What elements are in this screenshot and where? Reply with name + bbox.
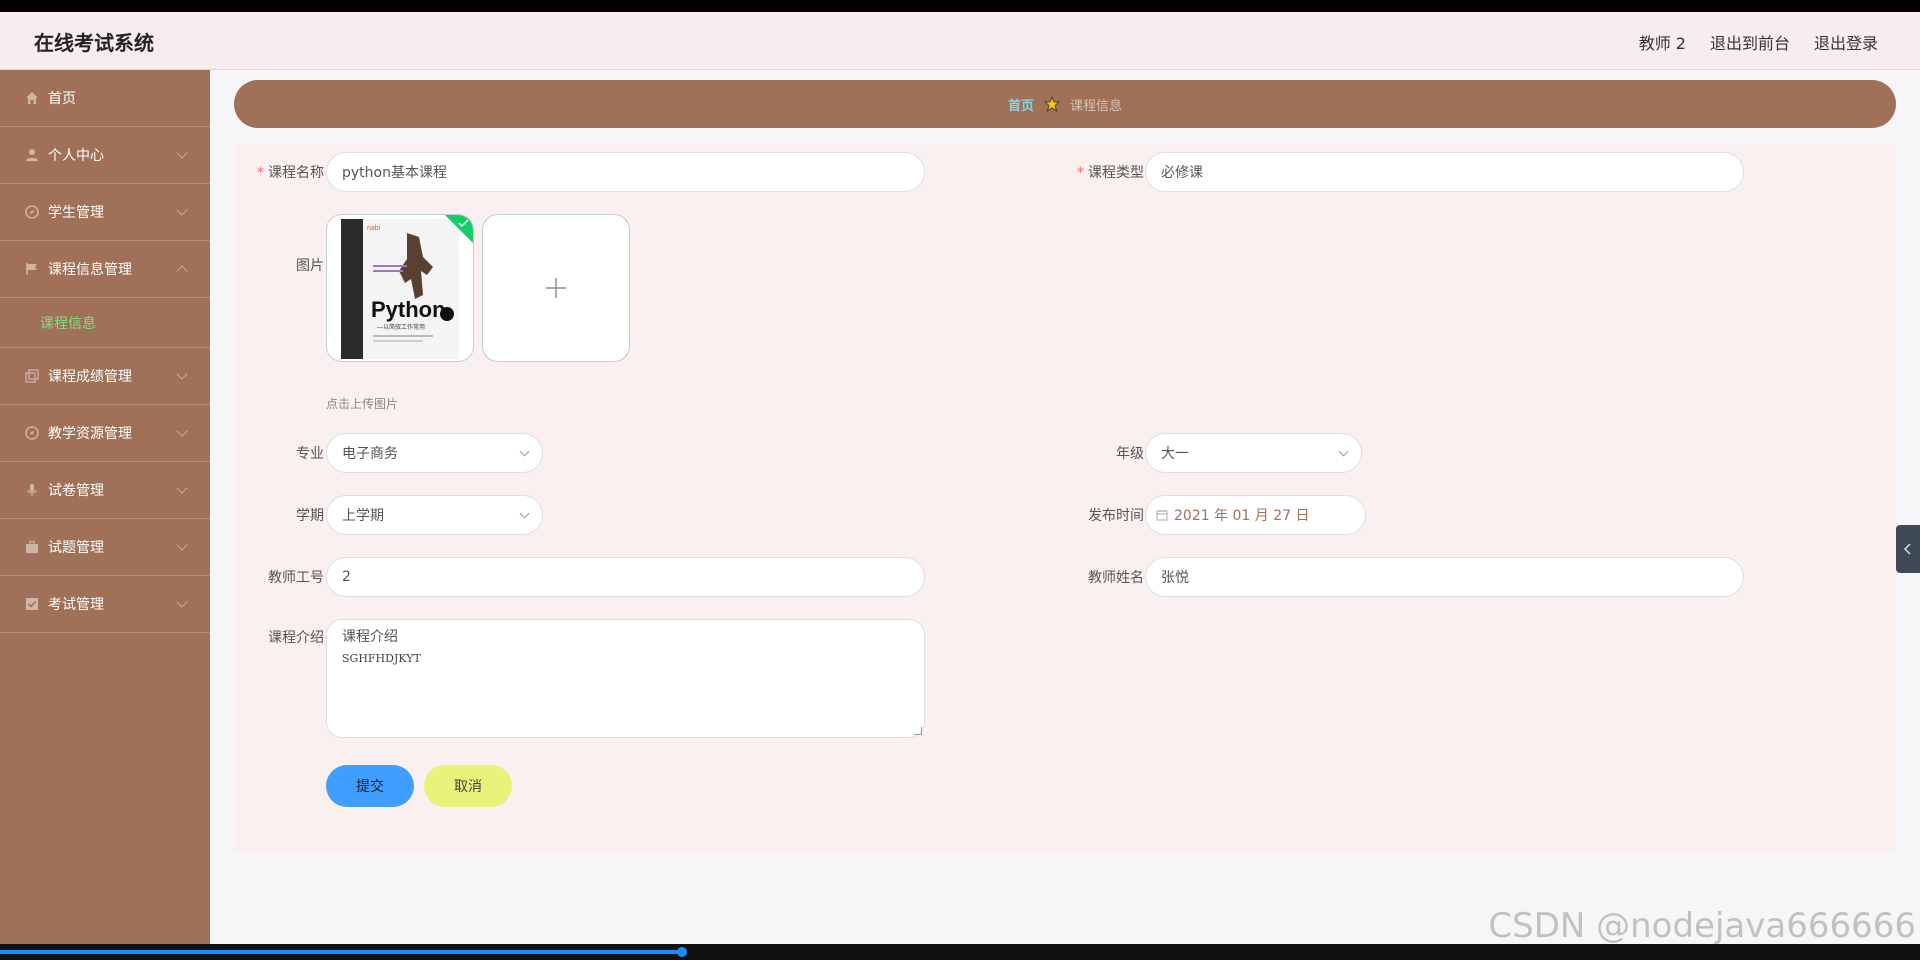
- plus-icon: [546, 278, 566, 298]
- publish-date-value: 2021 年 01 月 27 日: [1174, 508, 1310, 524]
- sidebar-item-students[interactable]: 学生管理: [0, 184, 210, 241]
- chevron-down-icon: [176, 539, 188, 551]
- watermark: CSDN @nodejava666666: [1488, 906, 1916, 946]
- uploaded-image-thumbnail[interactable]: nabi Python —以简驭工作常用: [326, 214, 474, 362]
- header-links: 教师 2 退出到前台 退出登录: [1639, 30, 1878, 54]
- teacher-name-input[interactable]: 张悦: [1145, 557, 1744, 597]
- breadcrumb-current: 课程信息: [1070, 98, 1123, 114]
- book-cover-image: nabi Python —以简驭工作常用: [327, 215, 473, 361]
- resize-grip[interactable]: [914, 727, 922, 735]
- submit-button[interactable]: 提交: [326, 765, 414, 807]
- suitcase-icon: [24, 539, 40, 555]
- sidebar-item-exams[interactable]: 考试管理: [0, 576, 210, 633]
- sidebar-item-label: 试卷管理: [48, 483, 104, 499]
- copy-icon: [24, 368, 40, 384]
- breadcrumb: 首页 课程信息: [234, 80, 1896, 128]
- sidebar-item-label: 课程信息管理: [48, 262, 132, 278]
- sidebar-item-home[interactable]: 首页: [0, 70, 210, 127]
- cancel-button[interactable]: 取消: [424, 765, 512, 807]
- teacher-no-label: 教师工号: [268, 570, 324, 586]
- main-content: 首页 课程信息 * 课程名称 python基本课程 * 课程类型 必修课 图片 na…: [210, 70, 1920, 944]
- course-form: * 课程名称 python基本课程 * 课程类型 必修课 图片 nabi Pytho…: [234, 145, 1896, 853]
- chevron-down-icon: [176, 482, 188, 494]
- grade-select[interactable]: 大一: [1145, 433, 1362, 473]
- image-upload-button[interactable]: [482, 214, 630, 362]
- chevron-down-icon: [519, 508, 530, 519]
- logout-link[interactable]: 退出登录: [1814, 30, 1878, 54]
- intro-text-line2: SGHFHDJKYT: [342, 652, 421, 665]
- sidebar-item-label: 个人中心: [48, 148, 104, 164]
- teacher-name-label: 教师姓名: [1088, 570, 1144, 586]
- term-select[interactable]: 上学期: [326, 495, 543, 535]
- chevron-left-icon: [1903, 543, 1911, 555]
- term-selected-value: 上学期: [342, 508, 384, 524]
- app-title: 在线考试系统: [34, 31, 154, 55]
- sidebar: 首页 个人中心 学生管理 课程信息管理 课程信息 课程成绩管理 教学资源管理 试…: [0, 70, 210, 944]
- compass-icon: [24, 204, 40, 220]
- image-label: 图片: [296, 258, 324, 274]
- course-type-input[interactable]: 必修课: [1145, 152, 1744, 192]
- chevron-down-icon: [519, 446, 530, 457]
- sidebar-item-label: 首页: [48, 91, 76, 107]
- course-type-label: * 课程类型: [1077, 165, 1144, 181]
- chevron-down-icon: [176, 204, 188, 216]
- chevron-down-icon: [176, 596, 188, 608]
- current-user-label[interactable]: 教师 2: [1639, 30, 1686, 54]
- sidebar-item-label: 试题管理: [48, 540, 104, 556]
- sidebar-item-course-scores[interactable]: 课程成绩管理: [0, 348, 210, 405]
- intro-label: 课程介绍: [268, 630, 324, 646]
- top-header: 在线考试系统 教师 2 退出到前台 退出登录: [0, 12, 1920, 70]
- course-name-input[interactable]: python基本课程: [326, 152, 925, 192]
- star-icon: [1044, 96, 1060, 112]
- grade-label: 年级: [1116, 446, 1144, 462]
- compass-icon: [24, 425, 40, 441]
- intro-textarea[interactable]: 课程介绍 SGHFHDJKYT: [326, 619, 925, 738]
- sidebar-item-profile[interactable]: 个人中心: [0, 127, 210, 184]
- home-icon: [24, 90, 40, 106]
- side-panel-toggle[interactable]: [1896, 525, 1920, 573]
- teacher-no-input[interactable]: 2: [326, 557, 925, 597]
- calendar-icon: [1156, 510, 1168, 521]
- video-progress-bar[interactable]: [0, 944, 1920, 960]
- major-selected-value: 电子商务: [342, 446, 398, 462]
- grade-selected-value: 大一: [1161, 446, 1189, 462]
- breadcrumb-home[interactable]: 首页: [1008, 95, 1034, 114]
- publish-date-label: 发布时间: [1088, 508, 1144, 524]
- sidebar-item-label: 教学资源管理: [48, 426, 132, 442]
- sidebar-item-papers[interactable]: 试卷管理: [0, 462, 210, 519]
- microphone-icon: [24, 482, 40, 498]
- required-asterisk: *: [1077, 165, 1084, 181]
- major-label: 专业: [296, 446, 324, 462]
- user-icon: [24, 147, 40, 163]
- intro-text-line1: 课程介绍: [342, 629, 398, 645]
- sidebar-item-course-info[interactable]: 课程信息管理: [0, 241, 210, 298]
- checkbox-icon: [24, 596, 40, 612]
- sidebar-item-label: 考试管理: [48, 597, 104, 613]
- sidebar-item-label: 学生管理: [48, 205, 104, 221]
- progress-fill: [0, 950, 682, 954]
- exit-to-front-link[interactable]: 退出到前台: [1710, 30, 1790, 54]
- term-label: 学期: [296, 508, 324, 524]
- chevron-down-icon: [176, 147, 188, 159]
- flag-icon: [24, 261, 40, 277]
- chevron-up-icon: [176, 265, 188, 277]
- sidebar-item-teaching-resources[interactable]: 教学资源管理: [0, 405, 210, 462]
- chevron-down-icon: [1338, 446, 1349, 457]
- sidebar-subitem-course-info[interactable]: 课程信息: [0, 298, 210, 348]
- publish-date-picker[interactable]: 2021 年 01 月 27 日: [1145, 495, 1366, 535]
- svg-text:—以简驭工作常用: —以简驭工作常用: [377, 323, 425, 331]
- upload-tip: 点击上传图片: [326, 397, 399, 411]
- sidebar-item-label: 课程成绩管理: [48, 369, 132, 385]
- svg-text:nabi: nabi: [367, 225, 381, 232]
- course-name-label: * 课程名称: [257, 165, 324, 181]
- required-asterisk: *: [257, 165, 264, 181]
- major-select[interactable]: 电子商务: [326, 433, 543, 473]
- svg-text:Python: Python: [371, 297, 446, 322]
- sidebar-item-questions[interactable]: 试题管理: [0, 519, 210, 576]
- chevron-down-icon: [176, 425, 188, 437]
- chevron-down-icon: [176, 368, 188, 380]
- progress-handle[interactable]: [676, 947, 687, 957]
